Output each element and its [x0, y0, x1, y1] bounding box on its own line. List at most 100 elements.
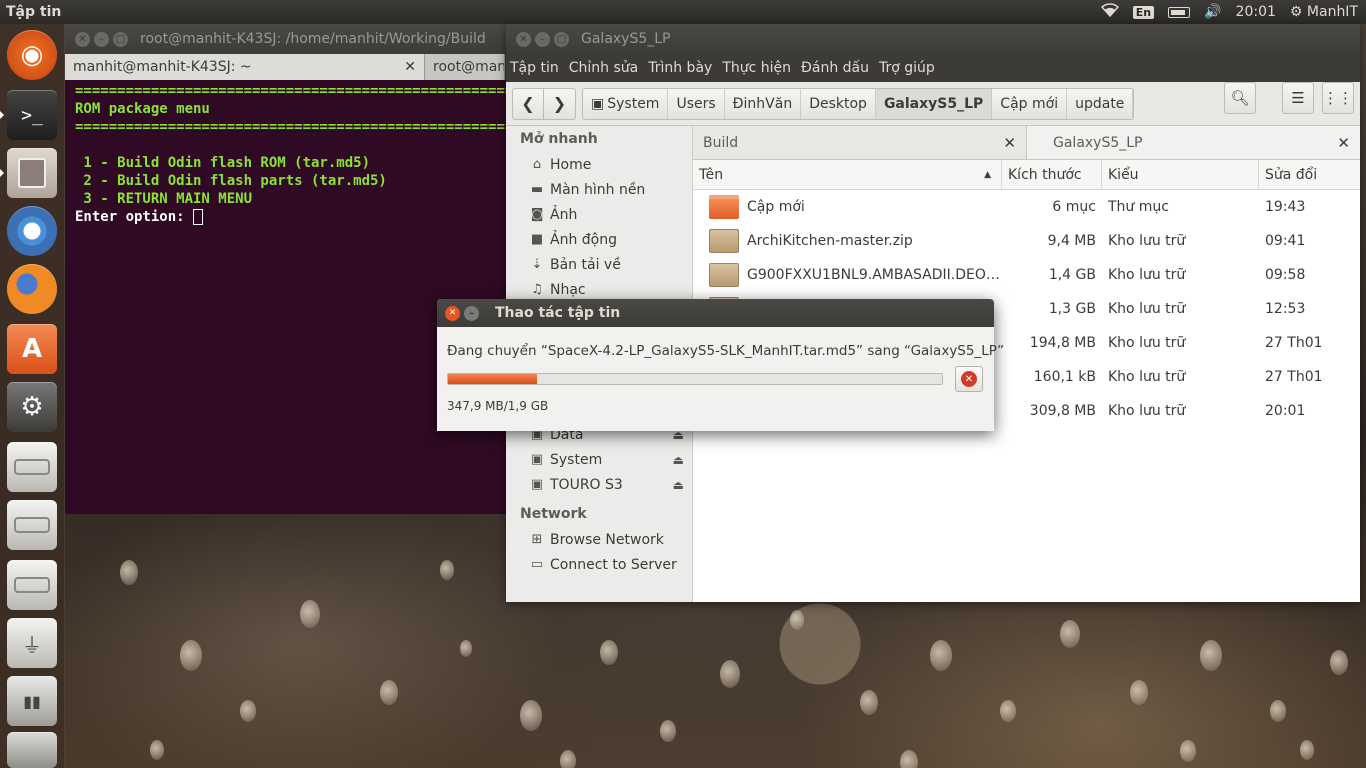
username: ManhIT — [1306, 4, 1358, 20]
firefox-icon[interactable] — [7, 264, 57, 314]
sidebar-item-touro[interactable]: ▣ TOURO S3 ⏏ — [506, 472, 692, 497]
sidebar-item-system[interactable]: ▣ System ⏏ — [506, 447, 692, 472]
keyboard-layout-indicator[interactable]: En — [1132, 5, 1155, 19]
sidebar-item-desktop[interactable]: ▬ Màn hình nền — [506, 177, 692, 202]
breadcrumb-dinhvan[interactable]: ĐinhVăn — [724, 88, 802, 119]
grid-view-button[interactable]: ⋮⋮ — [1322, 82, 1354, 114]
menu-bookmarks[interactable]: Đánh dấu — [801, 60, 869, 76]
breadcrumb-system[interactable]: ▣ System — [583, 88, 669, 119]
file-row[interactable]: Cập mới 6 mục Thư mục 19:43 — [693, 190, 1360, 224]
minimize-icon[interactable]: – — [535, 31, 550, 47]
column-modified[interactable]: Sửa đổi — [1259, 160, 1360, 189]
user-menu[interactable]: ⚙ ManhIT — [1290, 4, 1358, 20]
forward-button[interactable]: ❯ — [544, 87, 576, 120]
maximize-icon[interactable]: □ — [113, 31, 128, 47]
sidebar-item-pictures[interactable]: ◙ Ảnh — [506, 202, 692, 227]
chromium-icon[interactable] — [7, 206, 57, 256]
file-operations-dialog[interactable]: ✕ – Thao tác tập tin Đang chuyển “SpaceX… — [437, 299, 1004, 431]
volume-icon[interactable]: 🔊 — [1204, 4, 1221, 20]
tab-galaxys5[interactable]: GalaxyS5_LP ✕ — [1027, 126, 1360, 159]
file-row[interactable]: ArchiKitchen-master.zip 9,4 MB Kho lưu trữ… — [693, 224, 1360, 258]
prompt-text: Enter option: — [75, 209, 194, 225]
hard-drive-icon[interactable] — [7, 500, 57, 550]
cancel-transfer-button[interactable]: ✕ — [955, 366, 983, 392]
sidebar-item-label: Bản tải về — [550, 256, 621, 273]
file-row[interactable]: G900FXXU1BNL9.AMBASADII.DEO… 1,4 GB Kho lư… — [693, 258, 1360, 292]
terminal-titlebar[interactable]: ✕ – □ root@manhit-K43SJ: /home/manhit/Wo… — [65, 24, 506, 54]
grass-seed-head — [300, 600, 320, 628]
terminal-line: ROM package menu — [75, 100, 496, 118]
breadcrumb-galaxys5[interactable]: GalaxyS5_LP — [875, 88, 993, 119]
file-size: 160,1 kB — [1033, 369, 1096, 385]
minimize-icon[interactable]: – — [94, 31, 109, 47]
server-icon: ▭ — [530, 557, 544, 572]
breadcrumb-desktop[interactable]: Desktop — [801, 88, 876, 119]
shopping-bag-icon[interactable]: A — [7, 324, 57, 374]
close-icon[interactable]: ✕ — [516, 31, 531, 47]
tab-build[interactable]: Build ✕ — [693, 126, 1027, 159]
dialog-title: Thao tác tập tin — [495, 305, 621, 321]
tab-label: Build — [703, 134, 739, 151]
close-icon[interactable]: ✕ — [445, 305, 460, 321]
breadcrumb-label: System — [607, 95, 660, 112]
list-view-button[interactable]: ☰ — [1282, 82, 1314, 114]
sidebar-heading-quick: Mở nhanh — [520, 131, 598, 147]
search-button[interactable]: 🔍︎ — [1224, 82, 1256, 114]
terminal-line: 1 - Build Odin flash ROM (tar.md5) — [75, 155, 371, 171]
terminal-output[interactable]: ========================================… — [65, 80, 506, 228]
drive-icon: ▣ — [591, 95, 605, 112]
menu-edit[interactable]: Chỉnh sửa — [569, 60, 638, 76]
column-size[interactable]: Kích thước — [1002, 160, 1102, 189]
menu-go[interactable]: Thực hiện — [722, 60, 791, 76]
close-icon[interactable]: ✕ — [1003, 134, 1016, 152]
battery-icon[interactable] — [1168, 6, 1191, 18]
close-icon[interactable]: ✕ — [1337, 134, 1350, 152]
hard-drive-icon[interactable] — [7, 560, 57, 610]
tab-label: GalaxyS5_LP — [1053, 134, 1143, 151]
transfer-message: Đang chuyển “SpaceX-4.2-LP_GalaxyS5-SLK_… — [447, 343, 1005, 359]
hard-drive-icon[interactable] — [7, 442, 57, 492]
file-type: Kho lưu trữ — [1108, 369, 1186, 385]
breadcrumb-cap-moi[interactable]: Cập mới — [992, 88, 1068, 119]
maximize-icon[interactable]: □ — [554, 31, 569, 47]
dialog-titlebar[interactable]: ✕ – Thao tác tập tin — [437, 299, 994, 327]
file-manager-titlebar[interactable]: ✕ – □ GalaxyS5_LP — [506, 24, 1360, 54]
clock[interactable]: 20:01 — [1236, 4, 1276, 20]
cancel-icon: ✕ — [961, 371, 977, 387]
usb-drive-icon[interactable]: ⏚ — [7, 618, 57, 668]
sidebar-item-connect-server[interactable]: ▭ Connect to Server — [506, 552, 692, 577]
file-cabinet-icon[interactable] — [0, 148, 57, 198]
eject-icon[interactable]: ⏏ — [673, 453, 684, 467]
terminal-icon[interactable]: >_ — [0, 90, 57, 140]
sidebar-item-home[interactable]: ⌂ Home — [506, 152, 692, 177]
file-name-cell: ArchiKitchen-master.zip — [693, 229, 1002, 253]
breadcrumb-users[interactable]: Users — [668, 88, 725, 119]
terminal-window[interactable]: ✕ – □ root@manhit-K43SJ: /home/manhit/Wo… — [65, 24, 506, 514]
column-name[interactable]: Tên ▲ — [693, 160, 1002, 189]
menu-view[interactable]: Trình bày — [648, 60, 712, 76]
back-button[interactable]: ❮ — [512, 87, 544, 120]
breadcrumb-update[interactable]: update — [1067, 88, 1134, 119]
terminal-tab[interactable]: manhit@manhit-K43SJ: ~ ✕ — [65, 54, 425, 80]
wifi-icon[interactable] — [1100, 3, 1119, 21]
trash-icon[interactable] — [7, 732, 57, 768]
settings-wrench-icon[interactable]: ⚙ — [7, 382, 57, 432]
menu-help[interactable]: Trợ giúp — [879, 60, 935, 76]
grass-seed-head — [720, 660, 740, 688]
sidebar-item-browse-network[interactable]: ⊞ Browse Network — [506, 527, 692, 552]
minimize-icon[interactable]: – — [464, 305, 479, 321]
close-icon[interactable]: ✕ — [75, 31, 90, 47]
media-player-icon[interactable]: ▮▮ — [7, 676, 57, 726]
file-modified: 19:43 — [1265, 199, 1306, 215]
sidebar-item-downloads[interactable]: ⇣ Bản tải về — [506, 252, 692, 277]
column-type[interactable]: Kiểu — [1102, 160, 1259, 189]
ubuntu-logo-icon[interactable]: ◉ — [7, 30, 57, 80]
sidebar-item-videos[interactable]: ■ Ảnh động — [506, 227, 692, 252]
eject-icon[interactable]: ⏏ — [673, 478, 684, 492]
active-app-title[interactable]: Tập tin — [6, 4, 61, 20]
file-name-cell: Cập mới — [693, 195, 1002, 219]
terminal-tab[interactable]: root@manhit-K43SJ: /home/manhit/Working/… — [425, 54, 505, 80]
menu-file[interactable]: Tập tin — [510, 60, 559, 76]
close-icon[interactable]: ✕ — [404, 59, 416, 75]
